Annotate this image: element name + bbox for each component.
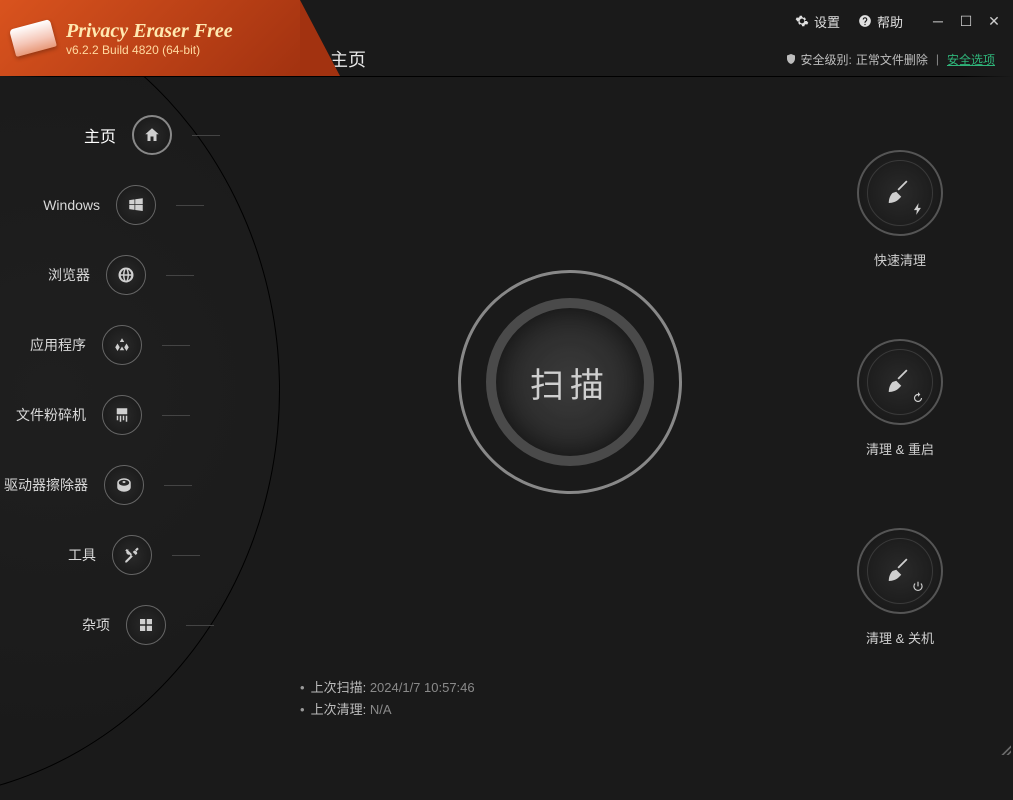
scan-label: 扫描 <box>530 358 610 407</box>
clean-restart-label: 清理 & 重启 <box>866 439 934 458</box>
security-options-link[interactable]: 安全选项 <box>947 51 995 68</box>
sidebar-item-label: 主页 <box>84 123 116 147</box>
app-version: v6.2.2 Build 4820 (64-bit) <box>66 43 233 57</box>
security-prefix: 安全级别: <box>801 51 852 68</box>
sidebar-item-shredder[interactable]: 文件粉碎机 <box>0 380 220 450</box>
sidebar-item-applications[interactable]: 应用程序 <box>0 310 220 380</box>
tools-icon <box>112 535 152 575</box>
close-button[interactable]: ✕ <box>987 14 1001 28</box>
quick-clean-label: 快速清理 <box>874 250 926 269</box>
sidebar-item-drive-wiper[interactable]: 驱动器擦除器 <box>0 450 222 520</box>
gear-icon <box>795 14 809 28</box>
quick-clean-button[interactable]: 快速清理 <box>857 150 943 269</box>
security-status: 安全级别: 正常文件删除 | 安全选项 <box>785 51 996 68</box>
sidebar-item-tools[interactable]: 工具 <box>0 520 230 590</box>
scan-button-wrap: 扫描 <box>458 270 682 494</box>
power-icon <box>911 580 925 594</box>
security-level: 正常文件删除 <box>856 51 928 68</box>
shredder-icon <box>102 395 142 435</box>
minimize-button[interactable]: ─ <box>931 14 945 28</box>
sidebar-item-label: 杂项 <box>82 615 110 635</box>
settings-label: 设置 <box>814 12 840 31</box>
question-icon <box>858 14 872 28</box>
clean-shutdown-button[interactable]: 清理 & 关机 <box>857 528 943 647</box>
help-label: 帮助 <box>877 12 903 31</box>
sidebar: 主页 Windows 浏览器 应用程序 文件粉碎机 驱动器擦除器 工具 杂项 <box>0 100 260 660</box>
clean-restart-button[interactable]: 清理 & 重启 <box>857 339 943 458</box>
resize-grip[interactable] <box>999 743 1011 755</box>
windows-icon <box>116 185 156 225</box>
bolt-icon <box>911 202 925 216</box>
status-info: •上次扫描: 2024/1/7 10:57:46 •上次清理: N/A <box>300 677 475 721</box>
last-scan-label: 上次扫描: <box>311 680 367 695</box>
eraser-icon <box>9 19 57 57</box>
last-clean-label: 上次清理: <box>311 702 367 717</box>
scan-button[interactable]: 扫描 <box>486 298 654 466</box>
sidebar-item-browsers[interactable]: 浏览器 <box>0 240 224 310</box>
help-button[interactable]: 帮助 <box>858 12 903 31</box>
globe-icon <box>106 255 146 295</box>
last-scan-value: 2024/1/7 10:57:46 <box>370 680 475 695</box>
clean-shutdown-label: 清理 & 关机 <box>866 628 934 647</box>
home-icon <box>132 115 172 155</box>
shield-icon <box>785 53 797 65</box>
grid-icon <box>126 605 166 645</box>
sidebar-item-label: 工具 <box>68 545 96 565</box>
sidebar-item-label: 文件粉碎机 <box>16 405 86 425</box>
maximize-button[interactable]: ☐ <box>959 14 973 28</box>
sidebar-item-misc[interactable]: 杂项 <box>0 590 244 660</box>
app-icon <box>102 325 142 365</box>
sidebar-item-label: 应用程序 <box>30 335 86 355</box>
drive-icon <box>104 465 144 505</box>
sidebar-item-label: 驱动器擦除器 <box>4 475 88 495</box>
app-logo: Privacy Eraser Free v6.2.2 Build 4820 (6… <box>0 0 300 76</box>
sidebar-item-label: Windows <box>43 197 100 213</box>
sidebar-item-windows[interactable]: Windows <box>0 170 234 240</box>
last-clean-value: N/A <box>370 702 392 717</box>
settings-button[interactable]: 设置 <box>795 12 840 31</box>
sidebar-item-home[interactable]: 主页 <box>0 100 250 170</box>
refresh-icon <box>911 391 925 405</box>
sidebar-item-label: 浏览器 <box>48 265 90 285</box>
app-title: Privacy Eraser Free <box>66 20 233 43</box>
